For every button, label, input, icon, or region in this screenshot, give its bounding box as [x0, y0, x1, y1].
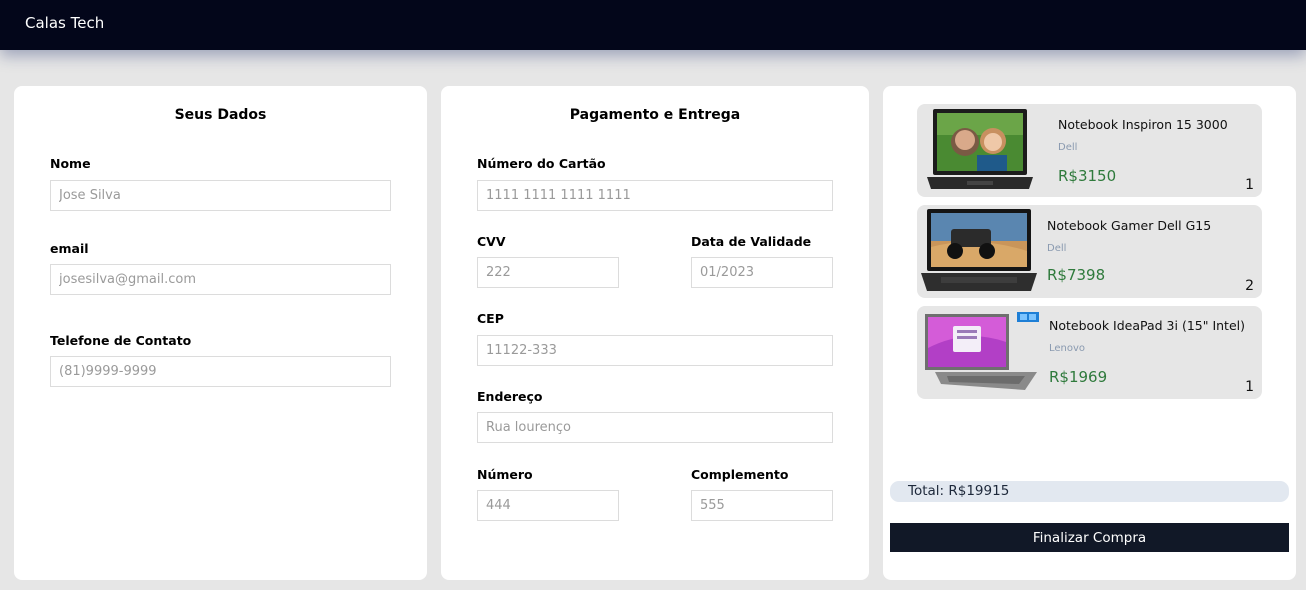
cart-item-quantity: 2: [1245, 278, 1254, 294]
payment-delivery-title: Pagamento e Entrega: [569, 107, 741, 123]
payment-delivery-card: Pagamento e Entrega Número do Cartão CVV…: [441, 86, 869, 580]
cart-item-price: R$3150: [1058, 167, 1117, 185]
cart-item-quantity: 1: [1245, 379, 1254, 395]
expiry-input[interactable]: [691, 257, 833, 288]
cvv-input[interactable]: [477, 257, 619, 288]
brand-logo-text[interactable]: Calas Tech: [25, 14, 104, 32]
card-number-input[interactable]: [477, 180, 833, 211]
cep-input[interactable]: [477, 335, 833, 366]
laptop-photo-selfie-icon: [927, 109, 1033, 189]
name-input[interactable]: [50, 180, 391, 211]
personal-data-card: Seus Dados Nome email Telefone de Contat…: [14, 86, 427, 580]
expiry-label: Data de Validade: [691, 234, 812, 249]
personal-data-title: Seus Dados: [174, 107, 267, 123]
email-label: email: [50, 241, 89, 256]
name-label: Nome: [50, 156, 91, 171]
cart-card: Notebook Inspiron 15 3000 Dell R$3150 1 …: [883, 86, 1296, 580]
cart-item-price: R$7398: [1047, 266, 1106, 284]
card-number-label: Número do Cartão: [477, 156, 606, 171]
address-number-label: Número: [477, 467, 533, 482]
checkout-button[interactable]: Finalizar Compra: [890, 523, 1289, 552]
address-input[interactable]: [477, 412, 833, 443]
cart-item[interactable]: Notebook Inspiron 15 3000 Dell R$3150 1: [917, 104, 1262, 197]
cart-item-brand: Dell: [1058, 142, 1078, 153]
cep-label: CEP: [477, 311, 504, 326]
cart-item-brand: Lenovo: [1049, 343, 1086, 354]
cart-item[interactable]: Notebook Gamer Dell G15 Dell R$7398 2: [917, 205, 1262, 298]
cart-item[interactable]: Notebook IdeaPad 3i (15" Intel) Lenovo R…: [917, 306, 1262, 399]
address-number-input[interactable]: [477, 490, 619, 521]
cart-total: Total: R$19915: [890, 481, 1289, 502]
complement-input[interactable]: [691, 490, 833, 521]
cart-item-name: Notebook Gamer Dell G15: [1047, 218, 1212, 233]
cart-item-name: Notebook IdeaPad 3i (15" Intel): [1049, 318, 1246, 333]
cart-item-price: R$1969: [1049, 368, 1108, 386]
complement-label: Complemento: [691, 467, 789, 482]
address-label: Endereço: [477, 389, 543, 404]
cvv-label: CVV: [477, 234, 506, 249]
cart-item-quantity: 1: [1245, 177, 1254, 193]
laptop-photo-windows-icon: [925, 312, 1039, 390]
phone-label: Telefone de Contato: [50, 333, 192, 348]
cart-item-brand: Dell: [1047, 243, 1067, 254]
top-navbar: Calas Tech: [0, 0, 1306, 50]
email-input[interactable]: [50, 264, 391, 295]
phone-input[interactable]: [50, 356, 391, 387]
laptop-photo-buggy-icon: [921, 209, 1037, 291]
cart-item-name: Notebook Inspiron 15 3000: [1058, 117, 1228, 132]
